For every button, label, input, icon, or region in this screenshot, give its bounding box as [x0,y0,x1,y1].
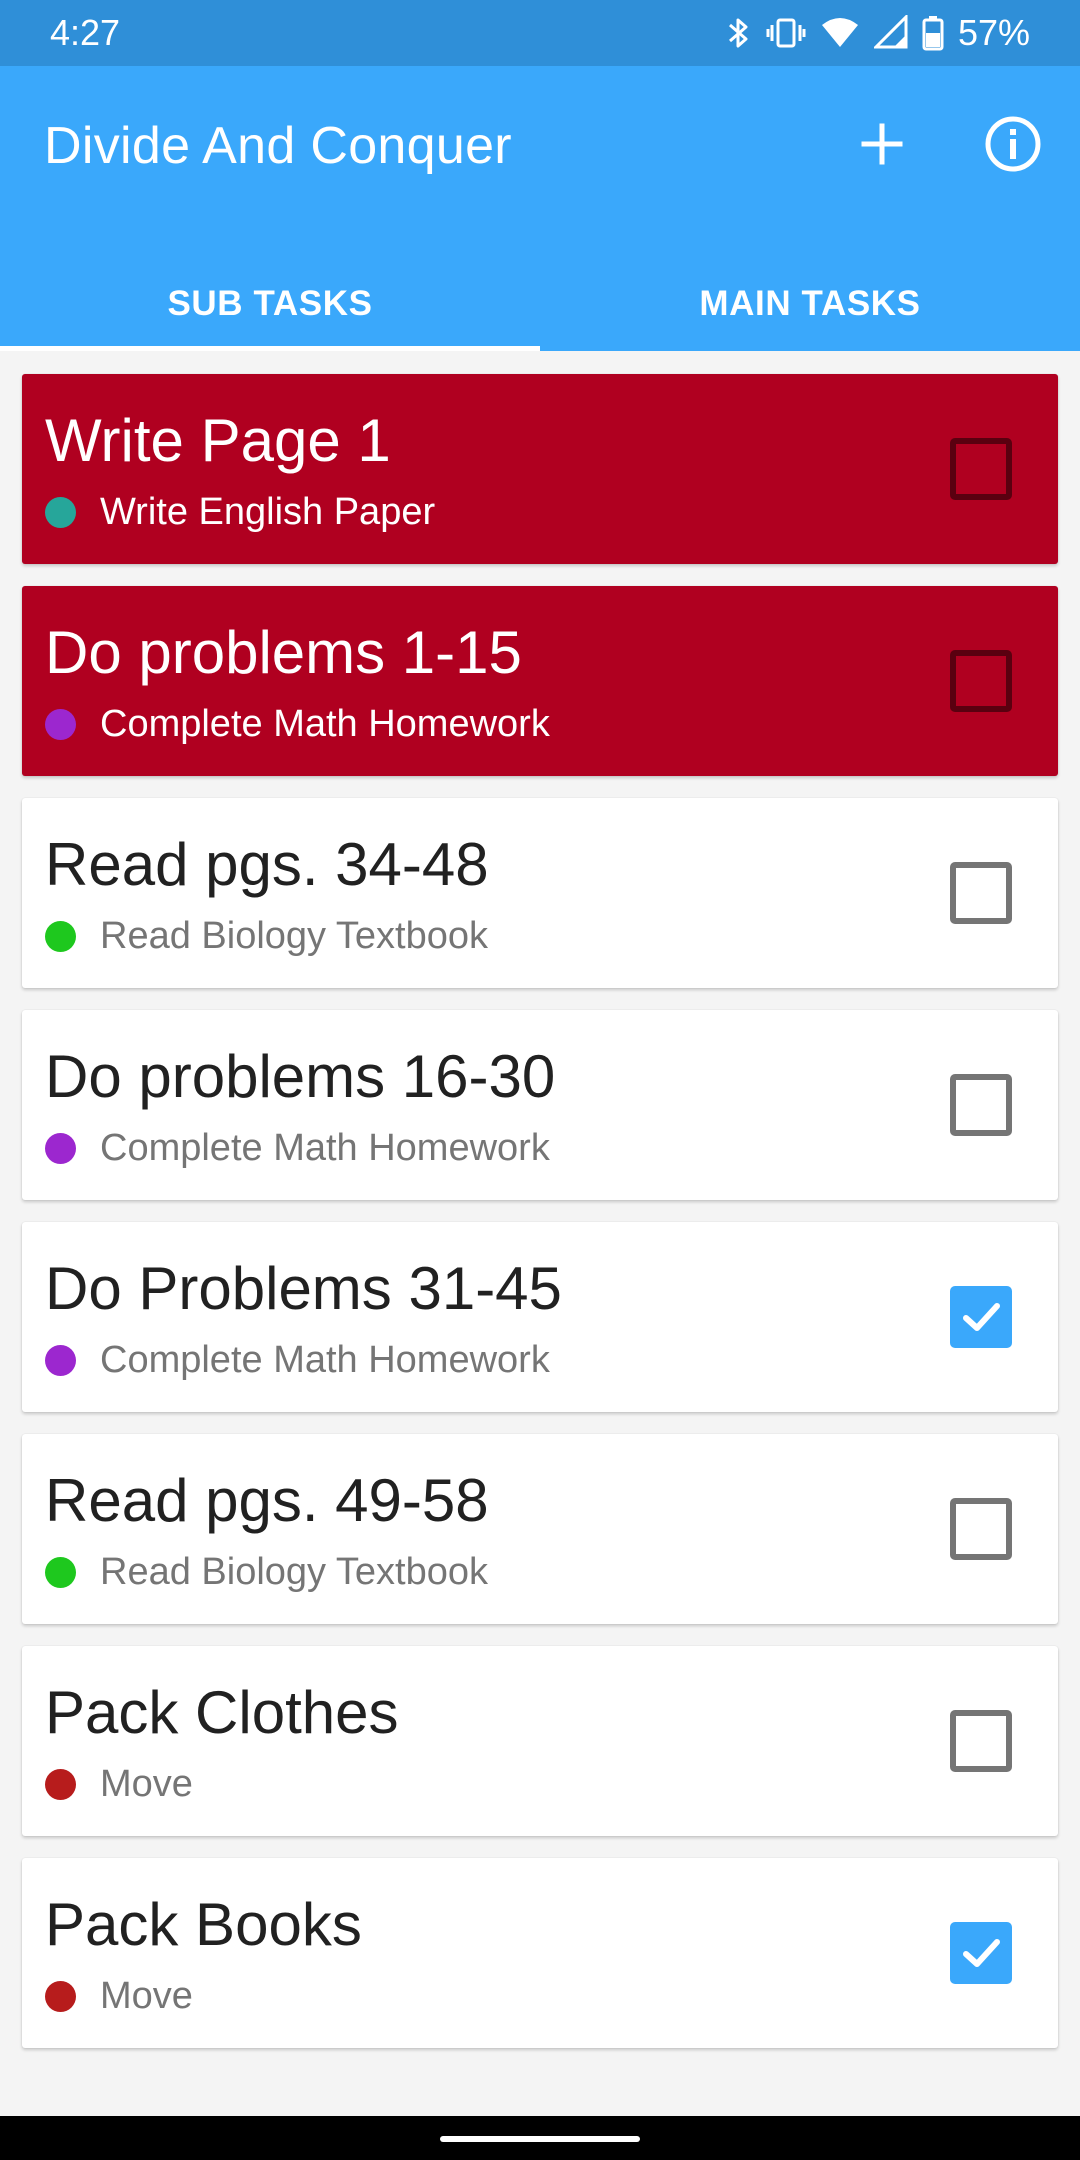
task-checkbox[interactable] [950,1286,1012,1348]
task-title: Read pgs. 34-48 [45,831,489,898]
task-parent-label: Read Biology Textbook [100,915,488,957]
task-parent-label: Write English Paper [100,491,436,533]
navigation-bar [0,2116,1080,2160]
task-checkbox[interactable] [950,1498,1012,1560]
color-dot-icon [45,1345,76,1376]
task-parent: Read Biology Textbook [45,1551,488,1594]
add-button[interactable] [840,104,924,188]
task-parent-label: Move [100,1763,193,1805]
color-dot-icon [45,1769,76,1800]
task-card[interactable]: Pack Clothes Move [22,1646,1058,1836]
tab-sub-tasks[interactable]: SUB TASKS [0,256,540,351]
task-checkbox[interactable] [950,862,1012,924]
task-title: Pack Clothes [45,1679,399,1746]
task-parent: Write English Paper [45,491,435,534]
status-icons: 57% [726,12,1030,54]
task-title: Pack Books [45,1891,362,1958]
task-list: Write Page 1 Write English Paper Do proble… [22,374,1058,2070]
wifi-icon [820,15,860,51]
tab-bar: SUB TASKS MAIN TASKS [0,256,1080,351]
battery-percent: 57% [957,12,1030,53]
task-parent-label: Complete Math Homework [100,1127,550,1169]
task-parent-label: Read Biology Textbook [100,1551,488,1593]
task-title: Do problems 1-15 [45,619,522,686]
task-checkbox[interactable] [950,1922,1012,1984]
home-handle[interactable] [440,2136,640,2142]
color-dot-icon [45,921,76,952]
color-dot-icon [45,1557,76,1588]
task-parent: Move [45,1975,193,2018]
task-parent: Complete Math Homework [45,1127,550,1170]
status-bar: 4:27 57% [0,0,1080,66]
task-card[interactable]: Do problems 1-15 Complete Math Homework [22,586,1058,776]
status-time: 4:27 [50,12,121,53]
tab-main-tasks[interactable]: MAIN TASKS [540,256,1080,351]
task-checkbox[interactable] [950,1710,1012,1772]
task-card[interactable]: Do problems 16-30 Complete Math Homework [22,1010,1058,1200]
signal-icon [873,15,908,51]
color-dot-icon [45,1133,76,1164]
task-parent: Complete Math Homework [45,703,550,746]
task-checkbox[interactable] [950,650,1012,712]
task-card[interactable]: Write Page 1 Write English Paper [22,374,1058,564]
task-parent: Read Biology Textbook [45,915,488,958]
task-card[interactable]: Pack Books Move [22,1858,1058,2048]
app-title: Divide And Conquer [44,117,512,175]
task-parent: Move [45,1763,193,1806]
task-title: Write Page 1 [45,407,391,474]
color-dot-icon [45,1981,76,2012]
task-card[interactable]: Read pgs. 34-48 Read Biology Textbook [22,798,1058,988]
task-title: Read pgs. 49-58 [45,1467,489,1534]
tab-label: MAIN TASKS [699,283,921,323]
task-parent-label: Complete Math Homework [100,703,550,745]
checkmark-icon [963,1303,1000,1331]
color-dot-icon [45,709,76,740]
info-icon [983,114,1043,179]
task-parent: Complete Math Homework [45,1339,550,1382]
tab-label: SUB TASKS [167,283,373,323]
task-card[interactable]: Read pgs. 49-58 Read Biology Textbook [22,1434,1058,1624]
bluetooth-icon [726,15,752,51]
task-card[interactable]: Do Problems 31-45 Complete Math Homework [22,1222,1058,1412]
task-title: Do Problems 31-45 [45,1255,562,1322]
app-bar: Divide And Conquer SUB TASKS MAIN TASKS [0,66,1080,351]
task-checkbox[interactable] [950,1074,1012,1136]
task-checkbox[interactable] [950,438,1012,500]
info-button[interactable] [971,104,1055,188]
task-parent-label: Complete Math Homework [100,1339,550,1381]
task-title: Do problems 16-30 [45,1043,556,1110]
checkmark-icon [963,1939,1000,1967]
task-parent-label: Move [100,1975,193,2017]
add-icon [858,120,906,173]
color-dot-icon [45,497,76,528]
vibrate-icon [766,15,806,51]
battery-icon [922,15,944,51]
